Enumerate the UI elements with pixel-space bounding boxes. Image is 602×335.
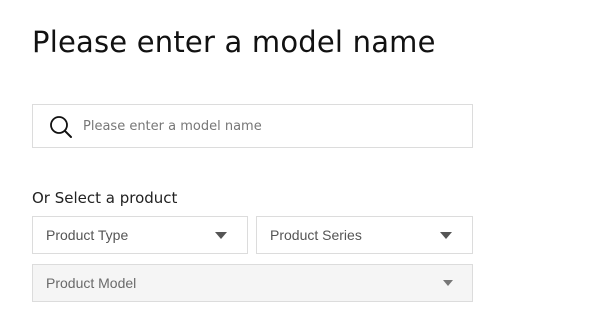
search-box[interactable] bbox=[32, 104, 473, 148]
caret-down-icon bbox=[443, 280, 453, 286]
product-series-dropdown[interactable]: Product Series bbox=[256, 216, 473, 254]
product-type-dropdown[interactable]: Product Type bbox=[32, 216, 248, 254]
model-search-page: Please enter a model name Or Select a pr… bbox=[0, 0, 602, 335]
caret-down-icon bbox=[440, 232, 452, 239]
product-model-value: Product Model bbox=[46, 275, 137, 291]
product-series-value: Product Series bbox=[270, 227, 362, 243]
search-icon bbox=[49, 115, 73, 139]
product-model-dropdown[interactable]: Product Model bbox=[32, 264, 473, 302]
caret-down-icon bbox=[215, 232, 227, 239]
page-title: Please enter a model name bbox=[32, 25, 436, 59]
search-input[interactable] bbox=[83, 105, 463, 147]
product-type-value: Product Type bbox=[46, 227, 129, 243]
select-product-label: Or Select a product bbox=[32, 189, 178, 207]
